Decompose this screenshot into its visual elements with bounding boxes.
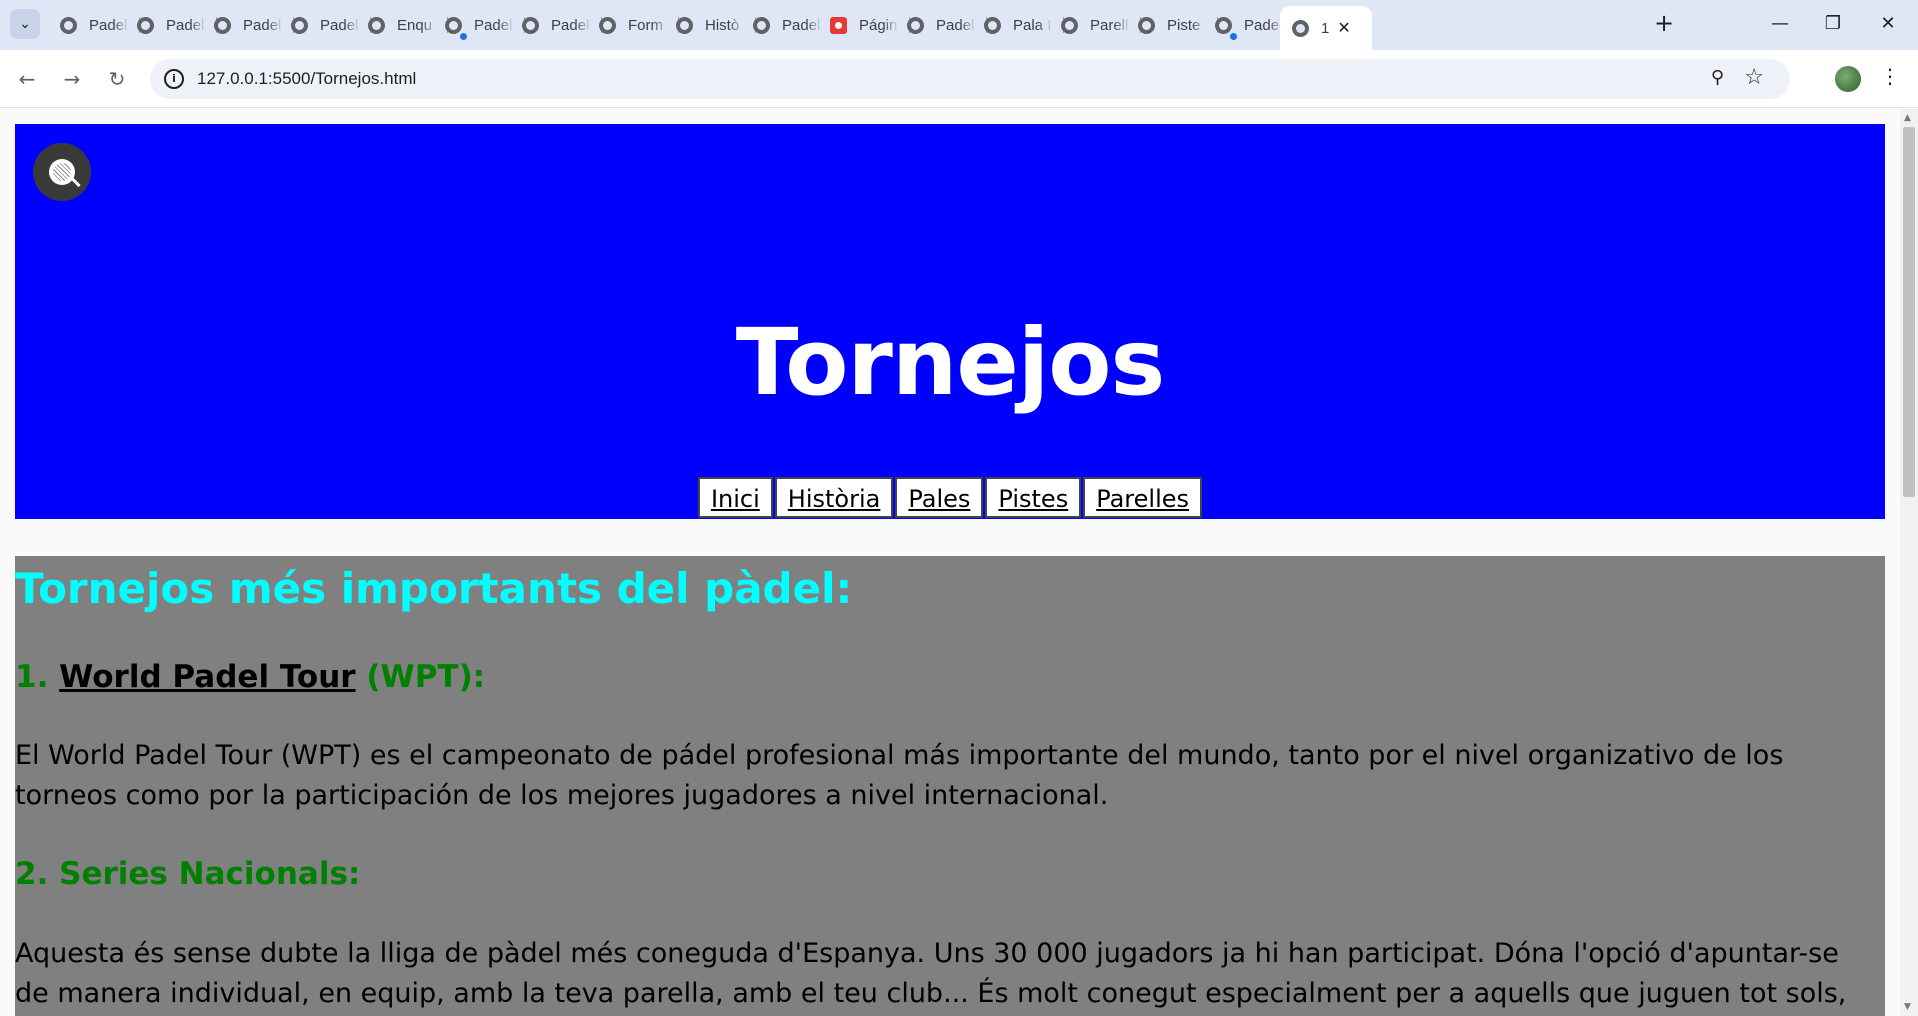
tab-search-button[interactable]: ⌄ [10,9,40,39]
browser-tab-active[interactable]: 1 ✕ [1280,6,1372,50]
new-tab-button[interactable]: + [1650,10,1678,38]
laliga-icon [830,16,847,34]
globe-icon [445,16,462,34]
menu-link-inici[interactable]: Inici [697,477,773,518]
globe-icon [676,16,693,34]
bookmark-star-icon[interactable]: ☆ [1744,65,1764,90]
page-header: Tornejos Inici Història Pales Pistes Par… [15,124,1885,519]
section-heading: Tornejos més importants del pàdel: [15,564,853,613]
globe-icon [907,16,924,34]
scroll-down-arrow-icon[interactable]: ▼ [1904,1002,1911,1012]
globe-icon [984,16,1001,34]
profile-avatar[interactable] [1835,66,1861,92]
tournament-description: El World Padel Tour (WPT) es el campeona… [15,740,1784,811]
back-arrow-icon[interactable]: ← [12,64,42,94]
tournament-heading-series: 2. Series Nacionals: [15,856,361,892]
main-menu: Inici Història Pales Pistes Parelles [15,477,1885,518]
close-tab-icon[interactable]: ✕ [1337,18,1350,38]
globe-icon [522,16,539,34]
tab-strip: ⌄ Padel Padel Padel Padel Enqu Padel Pad… [0,0,1918,50]
zoom-icon[interactable]: ⚲ [1711,67,1724,88]
globe-icon [753,16,770,34]
menu-link-pistes[interactable]: Pistes [985,477,1082,518]
close-window-button[interactable]: ✕ [1873,10,1903,38]
padel-logo [33,143,91,201]
globe-icon [291,16,308,34]
globe-icon [599,16,616,34]
page-viewport: Tornejos Inici Història Pales Pistes Par… [0,109,1900,1016]
vertical-scrollbar[interactable]: ▲ ▼ [1900,109,1918,1016]
activity-dot [460,33,467,40]
minimize-button[interactable]: — [1765,10,1795,38]
chevron-down-icon: ⌄ [19,16,31,32]
more-menu-icon[interactable]: ⋮ [1880,64,1900,88]
main-content: Tornejos més importants del pàdel: 1. Wo… [15,556,1885,1016]
reload-icon[interactable]: ↻ [102,64,132,94]
tournament-description: Aquesta és sense dubte la lliga de pàdel… [15,938,1847,1009]
world-padel-tour-link[interactable]: World Padel Tour [59,659,355,695]
globe-icon [60,16,77,34]
padel-racket-icon [49,159,75,185]
activity-dot [1230,33,1237,40]
tournament-heading-wpt: 1. World Padel Tour (WPT): [15,659,486,695]
restore-button[interactable]: ❐ [1818,10,1848,38]
menu-link-pales[interactable]: Pales [895,477,984,518]
forward-arrow-icon[interactable]: → [57,64,87,94]
browser-toolbar: ← → ↻ i 127.0.0.1:5500/Tornejos.html ⚲ ☆… [0,50,1918,108]
globe-icon [1138,16,1155,34]
page-title: Tornejos [735,309,1166,416]
globe-icon [137,16,154,34]
site-info-icon[interactable]: i [164,69,184,89]
scroll-thumb[interactable] [1903,127,1915,497]
menu-link-parelles[interactable]: Parelles [1083,477,1203,518]
globe-icon [214,16,231,34]
scroll-up-arrow-icon[interactable]: ▲ [1904,113,1911,123]
menu-link-historia[interactable]: Història [774,477,894,518]
url-text: 127.0.0.1:5500/Tornejos.html [197,69,417,88]
globe-icon [1292,19,1309,37]
globe-icon [1061,16,1078,34]
address-bar[interactable]: i 127.0.0.1:5500/Tornejos.html ⚲ ☆ [150,59,1790,99]
globe-icon [368,16,385,34]
globe-icon [1215,16,1232,34]
